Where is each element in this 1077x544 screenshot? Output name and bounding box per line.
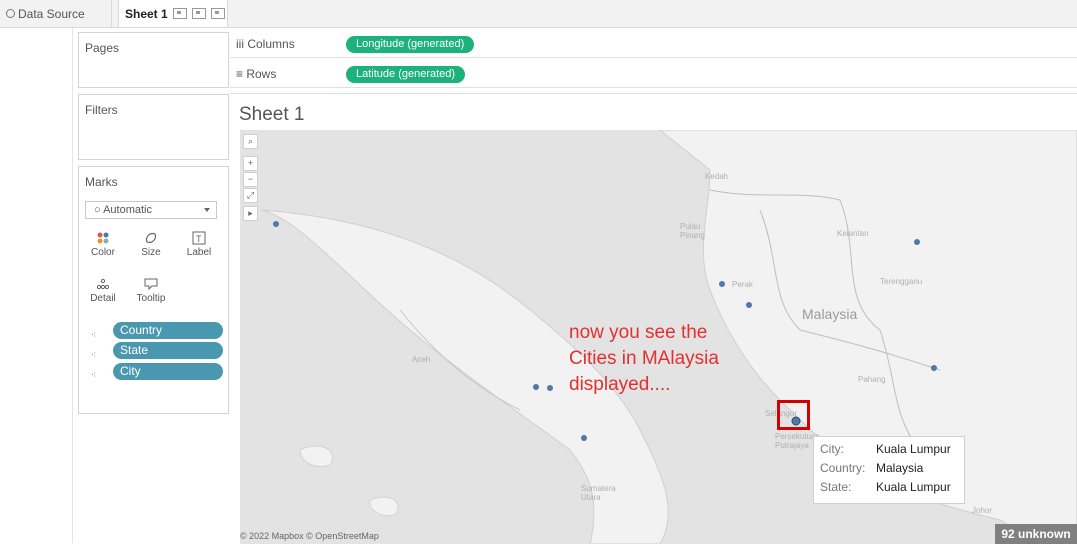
tooltip-country-value: Malaysia: [876, 461, 924, 475]
map-label-aceh: Aceh: [412, 355, 431, 364]
map-label-terengganu: Terengganu: [880, 277, 923, 286]
new-story-icon[interactable]: [210, 8, 225, 19]
chevron-down-icon: [204, 208, 210, 212]
view-area: Sheet 1 ⌕ + − ⤢ ▸ Kedah Pulau Pinang Kel…: [230, 93, 1077, 544]
size-icon: [131, 229, 171, 247]
search-icon[interactable]: ⌕: [243, 134, 258, 149]
rows-shelf[interactable]: ≡ Rows Latitude (generated): [230, 62, 1077, 88]
svg-text:T: T: [196, 234, 202, 244]
zoom-out-icon[interactable]: −: [243, 172, 258, 187]
tooltip-label: Tooltip: [136, 293, 166, 304]
map-label-kedah: Kedah: [705, 172, 729, 181]
columns-shelf[interactable]: iii Columns Longitude (generated): [230, 32, 1077, 58]
new-dashboard-icon[interactable]: [191, 8, 206, 19]
sheet-title[interactable]: Sheet 1: [239, 104, 305, 126]
marks-title: Marks: [85, 175, 118, 189]
detail-mark-icon: ⁖: [91, 350, 97, 360]
rows-shelf-label: ≡ Rows: [236, 67, 276, 81]
marks-card: Marks ○ Automatic Color Size T Label Det…: [78, 166, 229, 414]
new-worksheet-icon[interactable]: [172, 8, 187, 19]
latitude-pill[interactable]: Latitude (generated): [346, 66, 466, 83]
tooltip-state-row: State: Kuala Lumpur: [820, 479, 951, 496]
map-attribution[interactable]: © 2022 Mapbox © OpenStreetMap: [240, 531, 379, 541]
map-label-kelantan: Kelantan: [837, 229, 869, 238]
mark-tooltip: City: Kuala Lumpur Country: Malaysia State…: [813, 436, 965, 504]
columns-shelf-label: iii Columns: [236, 37, 295, 51]
tooltip-city-row: City: Kuala Lumpur: [820, 441, 951, 458]
map-label-malaysia: Malaysia: [802, 306, 858, 322]
columns-label-text: Columns: [247, 37, 295, 51]
tooltip-country-row: Country: Malaysia: [820, 460, 923, 477]
label-label: Label: [186, 247, 212, 258]
tooltip-state-key: State:: [820, 480, 852, 494]
mark-type-value: Automatic: [103, 204, 153, 216]
mark-type-circle-icon: ○: [94, 204, 104, 216]
label-button[interactable]: T Label: [179, 225, 219, 263]
tooltip-button[interactable]: Tooltip: [131, 271, 171, 309]
label-icon: T: [179, 229, 219, 247]
filters-title: Filters: [85, 103, 118, 117]
detail-button[interactable]: Detail: [83, 271, 123, 309]
map-view[interactable]: ⌕ + − ⤢ ▸ Kedah Pulau Pinang Kelantan Pe…: [240, 130, 1077, 544]
tab-sheet-1[interactable]: Sheet 1: [118, 0, 228, 27]
field-pill-country[interactable]: Country: [113, 322, 223, 339]
mark-type-dropdown[interactable]: ○ Automatic: [85, 201, 217, 219]
detail-label: Detail: [90, 293, 116, 304]
color-button[interactable]: Color: [83, 225, 123, 263]
unknown-indicator[interactable]: 92 unknown: [995, 524, 1077, 544]
annotation-line-2: Cities in MAlaysia: [569, 348, 719, 369]
longitude-pill[interactable]: Longitude (generated): [346, 36, 475, 53]
reset-map-icon[interactable]: ⤢: [243, 188, 258, 203]
annotation-line-1: now you see the: [569, 322, 708, 343]
tooltip-city-value: Kuala Lumpur: [876, 442, 951, 456]
detail-icon: [83, 275, 123, 293]
field-pill-city[interactable]: City: [113, 363, 223, 380]
rows-icon: ≡: [236, 67, 247, 81]
highlight-box: [777, 400, 810, 430]
tooltip-state-value: Kuala Lumpur: [876, 480, 951, 494]
pages-card[interactable]: Pages: [78, 32, 229, 88]
tab-sheet-label: Sheet 1: [125, 6, 168, 21]
annotation-text: now you see the Cities in MAlaysia displ…: [569, 320, 809, 398]
detail-mark-icon: ⁖: [91, 330, 97, 340]
map-label-sumatera-utara: Sumatera Utara: [581, 484, 616, 502]
data-pane: [0, 28, 73, 543]
columns-icon: iii: [236, 37, 248, 51]
tab-bar: Data Source Sheet 1: [0, 0, 1077, 28]
filters-card[interactable]: Filters: [78, 94, 229, 160]
color-label: Color: [91, 247, 115, 258]
color-icon: [83, 229, 123, 247]
data-source-icon: [6, 9, 15, 18]
pages-title: Pages: [85, 41, 120, 55]
map-label-johor: Johor: [972, 506, 993, 515]
rows-label-text: Rows: [246, 67, 277, 81]
map-label-pulau-pinang: Pulau Pinang: [680, 222, 705, 240]
zoom-in-icon[interactable]: +: [243, 156, 258, 171]
tooltip-city-key: City:: [820, 442, 844, 456]
detail-mark-icon: ⁖: [91, 370, 97, 380]
map-label-pahang: Pahang: [858, 375, 886, 384]
annotation-line-3: displayed....: [569, 374, 671, 395]
size-label: Size: [141, 247, 161, 258]
tab-data-source-label: Data Source: [18, 6, 85, 21]
field-pill-state[interactable]: State: [113, 342, 223, 359]
expand-toolbar-icon[interactable]: ▸: [243, 206, 258, 221]
tooltip-country-key: Country:: [820, 461, 866, 475]
tooltip-icon: [131, 275, 171, 293]
map-label-perak: Perak: [732, 280, 753, 289]
size-button[interactable]: Size: [131, 225, 171, 263]
tab-data-source[interactable]: Data Source: [0, 0, 112, 27]
